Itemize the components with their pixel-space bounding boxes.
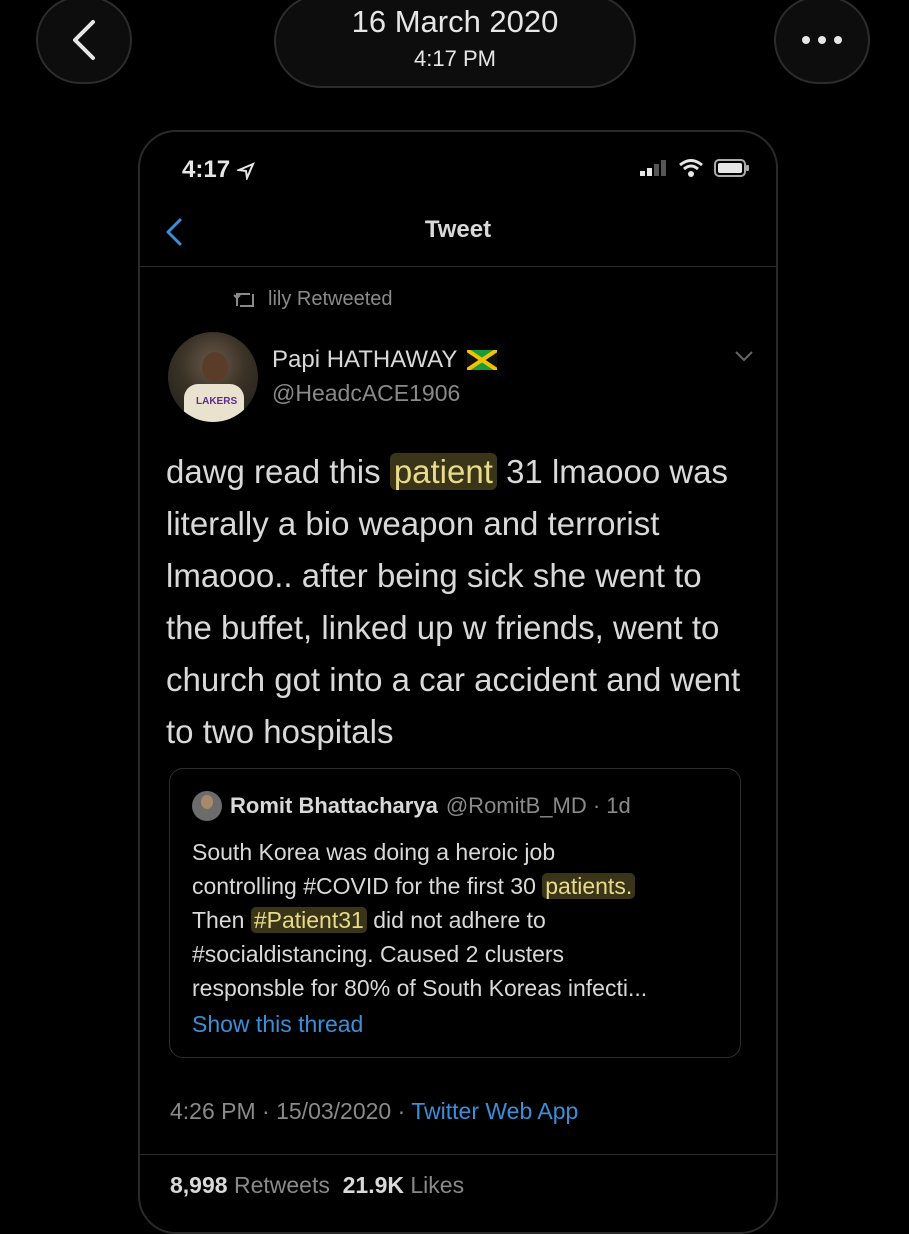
more-options-button[interactable] bbox=[774, 0, 870, 84]
likes-count[interactable]: 21.9K bbox=[343, 1172, 404, 1198]
divider bbox=[140, 1154, 776, 1155]
author-avatar[interactable]: LAKERS bbox=[168, 332, 258, 422]
quoted-author-name: Romit Bhattacharya bbox=[230, 793, 438, 818]
quoted-author-handle: @RomitB_MD · 1d bbox=[445, 793, 631, 818]
retweet-icon bbox=[233, 292, 254, 307]
quoted-tweet-header: Romit Bhattacharya @RomitB_MD · 1d bbox=[192, 791, 631, 821]
tweet-meta: 4:26 PM · 15/03/2020 · Twitter Web App bbox=[170, 1098, 578, 1125]
viewer-date: 16 March 2020 bbox=[351, 4, 559, 39]
back-button[interactable] bbox=[36, 0, 132, 84]
retweeted-by-label: lily Retweeted bbox=[268, 288, 393, 310]
quoted-tweet-text: South Korea was doing a heroic job contr… bbox=[192, 839, 648, 1001]
location-arrow-icon bbox=[235, 161, 255, 182]
likes-label[interactable]: Likes bbox=[410, 1172, 464, 1198]
tweet-text: dawg read this patient 31 lmaooo was lit… bbox=[166, 453, 741, 750]
highlighted-word: patient bbox=[389, 453, 497, 490]
quoted-tweet[interactable]: Romit Bhattacharya @RomitB_MD · 1d South… bbox=[169, 768, 741, 1058]
retweets-count[interactable]: 8,998 bbox=[170, 1172, 228, 1198]
more-dots-icon bbox=[802, 36, 842, 44]
quoted-author-avatar bbox=[192, 791, 222, 821]
chevron-down-icon[interactable] bbox=[734, 350, 754, 362]
jamaica-flag-icon bbox=[467, 350, 498, 370]
wifi-icon bbox=[679, 159, 703, 177]
viewer-time: 4:17 PM bbox=[414, 46, 496, 71]
chevron-left-icon bbox=[73, 20, 95, 60]
retweeted-by: lily Retweeted bbox=[232, 288, 393, 311]
date-header: 16 March 2020 4:17 PM bbox=[274, 0, 636, 88]
tweet-source-link[interactable]: Twitter Web App bbox=[411, 1098, 578, 1124]
phone-screenshot: 4:17 Tweet lily Retweeted LAKERS Papi HA… bbox=[138, 130, 778, 1234]
tweet-timestamp: 4:26 PM · 15/03/2020 · bbox=[170, 1098, 406, 1124]
tweet-nav-bar: Tweet bbox=[140, 202, 776, 267]
show-thread-link[interactable]: Show this thread bbox=[192, 1011, 363, 1038]
author-name[interactable]: Papi HATHAWAY bbox=[272, 346, 498, 374]
nav-title: Tweet bbox=[424, 216, 492, 243]
cellular-signal-icon bbox=[640, 160, 666, 176]
author-handle[interactable]: @HeadcACE1906 bbox=[272, 380, 460, 407]
status-bar-time: 4:17 bbox=[182, 156, 255, 184]
battery-icon bbox=[714, 159, 749, 177]
status-bar-icons bbox=[640, 158, 750, 178]
retweets-label[interactable]: Retweets bbox=[234, 1172, 330, 1198]
tweet-stats: 8,998 Retweets 21.9K Likes bbox=[170, 1172, 464, 1199]
